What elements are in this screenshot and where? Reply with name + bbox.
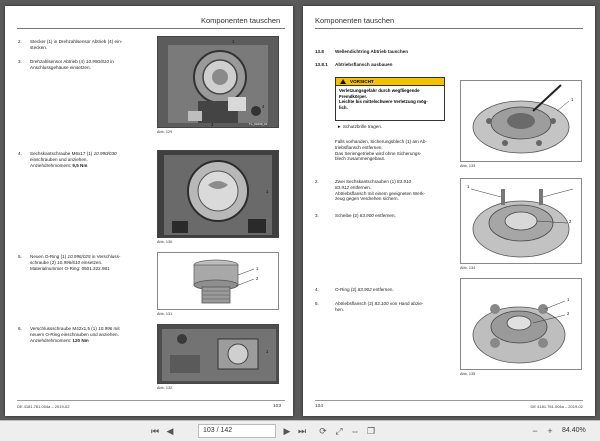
zoom-in-icon[interactable]: +: [545, 425, 555, 437]
step-text: Zwei Sechskantschrauben (1) 83.910 83.91…: [335, 179, 426, 202]
callout-label: 2: [256, 276, 259, 281]
step-number: 2.: [18, 39, 22, 44]
figure-caption: Abb. 134: [460, 266, 476, 270]
callout-label: 1: [266, 349, 269, 354]
warning-box: VORSICHT Verletzungsgefahr durch wegflie…: [335, 77, 445, 121]
section-title: Wellendichtring Abtrieb tauschen: [335, 49, 408, 54]
step-number: 3.: [18, 59, 22, 64]
figure-image: 1: [157, 324, 279, 384]
figure-caption: Abb. 135: [460, 372, 476, 376]
step-number: 4.: [315, 287, 319, 292]
callout-label: 1: [256, 266, 259, 271]
figure-caption: Abb. 129: [157, 130, 173, 134]
flange-illustration: [461, 81, 581, 161]
figure-caption: Abb. 133: [460, 164, 476, 168]
warning-text: Verletzungsgefahr durch wegfliegende Fre…: [339, 88, 428, 110]
figure-image: 1 2: [157, 252, 279, 310]
bolt-photo: [158, 151, 278, 237]
warning-header: VORSICHT: [336, 78, 444, 86]
step-number: 5.: [315, 301, 319, 306]
document-code: DE 4181.761.004a – 2019-02: [17, 404, 70, 409]
callout-label: 2: [569, 219, 572, 224]
header-rule: [315, 28, 583, 29]
page-number: 103: [272, 404, 281, 409]
step-number: 3.: [315, 213, 319, 218]
housing-photo: [158, 325, 278, 383]
figure-image: 1: [157, 150, 279, 238]
step-text: O-Ring (2) 83.902 entfernen.: [335, 287, 394, 292]
fit-page-icon[interactable]: ⤢: [334, 425, 344, 437]
section-number: 13.8: [315, 49, 324, 54]
page-header: Komponenten tauschen: [315, 16, 395, 25]
step-number: 5.: [18, 254, 22, 259]
rotate-icon[interactable]: ⟳: [318, 425, 328, 437]
figure-caption: Abb. 131: [157, 312, 173, 316]
sensor-photo: [158, 37, 278, 127]
zoom-out-icon[interactable]: −: [530, 425, 540, 437]
warning-triangle-icon: [340, 79, 346, 84]
output-flange-illustration: [461, 279, 581, 369]
zoom-level[interactable]: 84.40%: [562, 424, 586, 438]
page-header: Komponenten tauschen: [201, 16, 281, 25]
subsection-number: 13.8.1: [315, 62, 328, 67]
last-page-icon[interactable]: ⏭: [297, 425, 307, 437]
fit-width-icon[interactable]: ⇔: [350, 425, 360, 437]
first-page-icon[interactable]: ⏮: [150, 425, 160, 437]
page-number-input[interactable]: 103 / 142: [198, 424, 276, 438]
document-code: DE 4181.761.004a – 2019-02: [530, 404, 584, 409]
callout-label: 1: [571, 97, 574, 102]
callout-label: 4: [262, 104, 265, 109]
callout-label: 3: [211, 122, 214, 127]
page-left: Komponenten tauschen 2. Stecker (1) in D…: [5, 6, 293, 416]
intro-text: Falls vorhanden, Sicherungsblech (1) am …: [335, 139, 427, 162]
figure-caption: Abb. 130: [157, 240, 173, 244]
washer-illustration: [461, 179, 581, 263]
step-text: Stecker (1) in Drehzahlsensor Abtrieb (4…: [30, 39, 123, 50]
document-viewer: Komponenten tauschen 2. Stecker (1) in D…: [0, 0, 600, 441]
subsection-title: Abtriebsflansch ausbauen: [335, 62, 393, 67]
figure-image: 1 4 3: [157, 36, 279, 128]
step-number: 6.: [18, 326, 22, 331]
step-number: 2.: [315, 179, 319, 184]
figure-code: TL_02430_01: [249, 122, 268, 126]
step-text: Neuen O-Ring (1) 10.996/025 in Verschlus…: [30, 254, 121, 271]
plug-screw-illustration: [158, 253, 278, 309]
figure-image: 1: [460, 80, 582, 162]
page-right: Komponenten tauschen 13.8 Wellendichtrin…: [303, 6, 595, 416]
callout-label: 1: [266, 189, 269, 194]
callout-label: 1: [567, 297, 570, 302]
figure-image: 1 2: [460, 278, 582, 370]
next-page-icon[interactable]: ▶: [282, 425, 292, 437]
footer-rule: [315, 400, 583, 401]
header-rule: [17, 28, 285, 29]
pdf-toolbar: ⏮ ◀ 103 / 142 ▶ ⏭ ⟳ ⤢ ⇔ ❐ − + 84.40%: [0, 420, 600, 441]
page-number: 104: [315, 404, 324, 409]
step-text: Verschlussschraube M42x1,5 (1) 10.996 mi…: [30, 326, 120, 343]
warning-action: ► Schutzbrille tragen.: [337, 124, 383, 129]
callout-label: 1: [232, 39, 235, 44]
callout-label: 1: [467, 184, 470, 189]
figure-image: 1 2: [460, 178, 582, 264]
step-text: Scheibe (2) 83.900 entfernen.: [335, 213, 396, 218]
step-text: Sechskantschraube M6x17 (1) 10.990/030 e…: [30, 151, 117, 168]
footer-rule: [17, 400, 285, 401]
callout-label: 2: [567, 311, 570, 316]
figure-caption: Abb. 132: [157, 386, 173, 390]
step-text: Abtriebsflansch (2) 83.100 von Hand abzi…: [335, 301, 424, 312]
two-page-icon[interactable]: ❐: [366, 425, 376, 437]
step-number: 4.: [18, 151, 22, 156]
prev-page-icon[interactable]: ◀: [165, 425, 175, 437]
step-text: Drehzahlsensor Abtrieb (4) 10.990/810 in…: [30, 59, 114, 70]
